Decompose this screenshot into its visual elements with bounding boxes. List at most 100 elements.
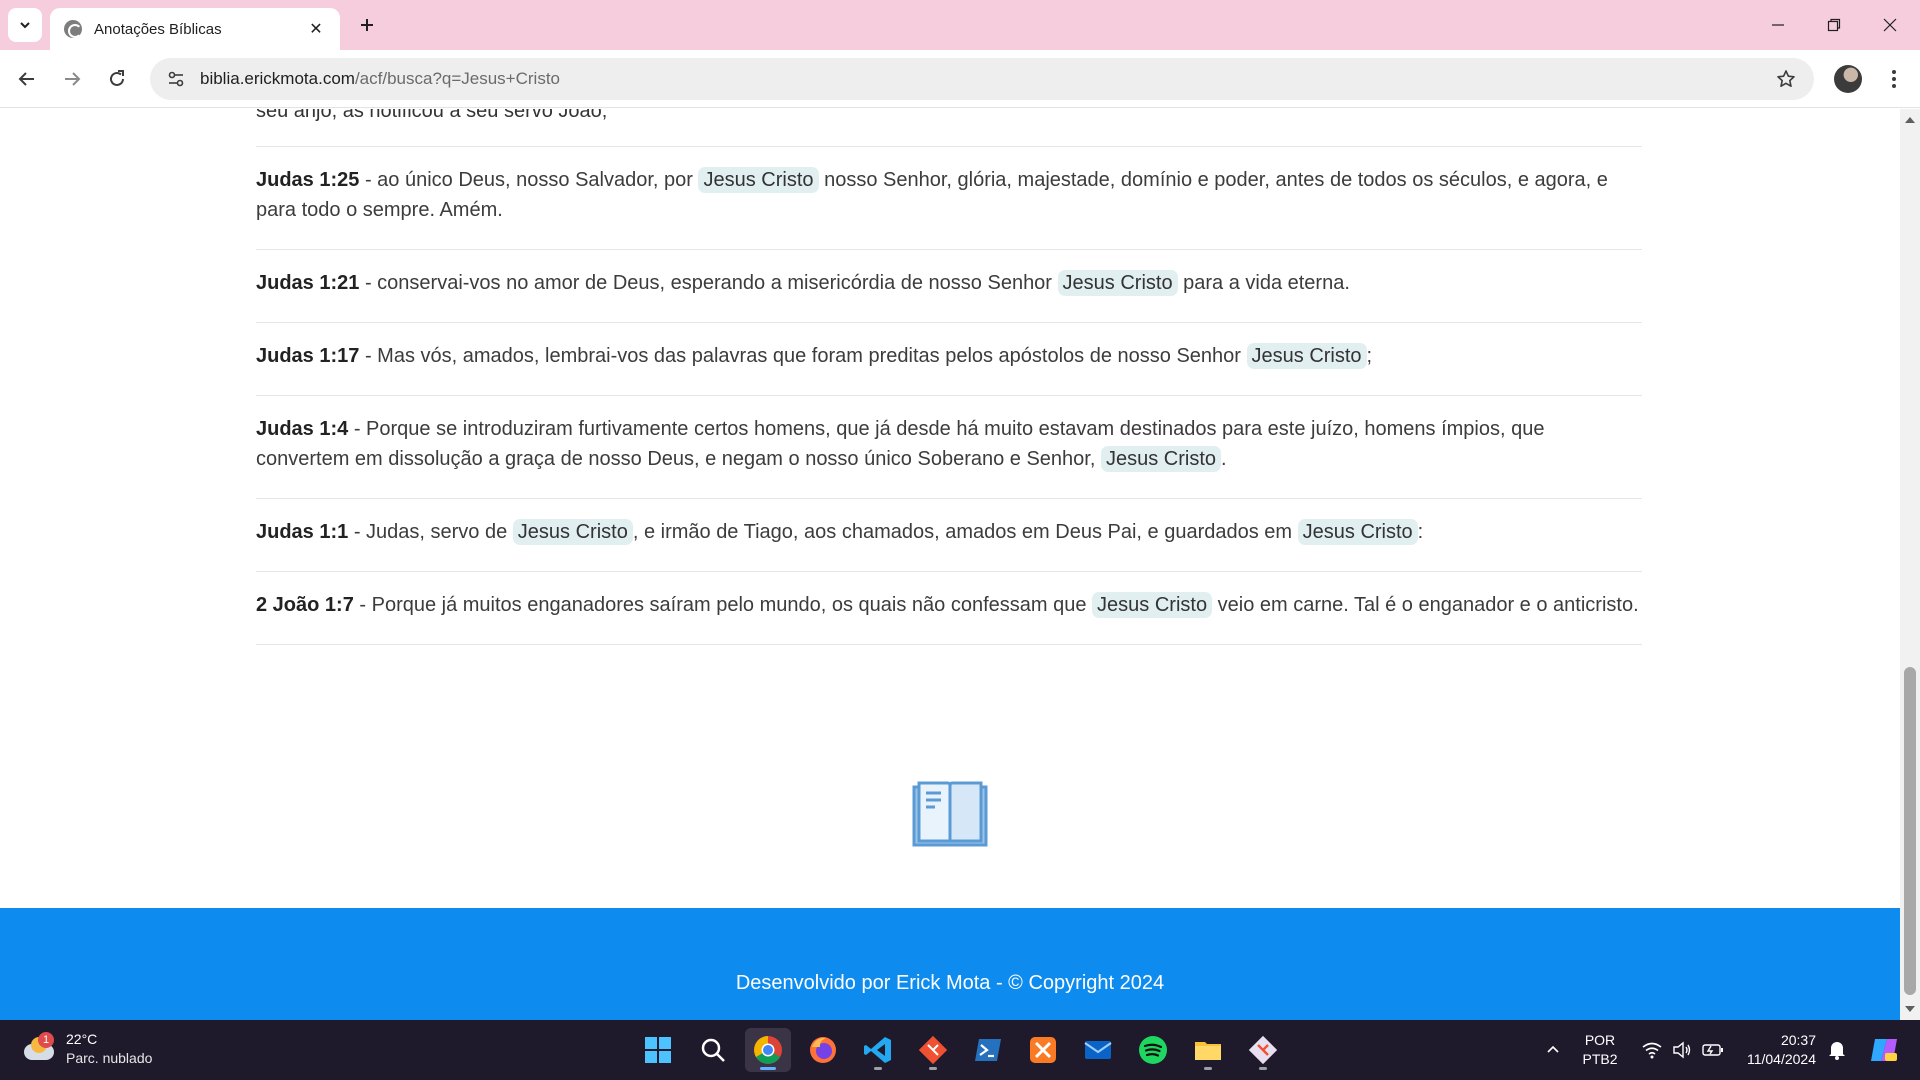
system-tray-quick-settings[interactable] <box>1633 1020 1733 1080</box>
verse-text: - Mas vós, amados, lembrai-vos das palav… <box>359 345 1247 367</box>
git-tool-icon[interactable] <box>1240 1028 1286 1072</box>
verse-item: Judas 1:21 - conservai-vos no amor de De… <box>256 250 1642 323</box>
git-icon[interactable] <box>910 1028 956 1072</box>
verse-text: - Porque já muitos enganadores saíram pe… <box>353 594 1093 616</box>
notifications-button[interactable] <box>1822 1020 1852 1080</box>
partly-cloudy-icon: 1 <box>22 1032 56 1064</box>
weather-badge: 1 <box>38 1032 54 1048</box>
verse-reference[interactable]: Judas 1:4 <box>256 418 348 440</box>
browser-menu-icon[interactable] <box>1880 62 1908 96</box>
input-language-indicator[interactable]: POR PTB2 <box>1575 1020 1625 1080</box>
weather-widget[interactable]: 1 22°C Parc. nublado <box>22 1030 152 1068</box>
verse-text: - Judas, servo de <box>348 521 513 543</box>
browser-tab[interactable]: Anotações Bíblicas ✕ <box>50 8 340 50</box>
search-icon[interactable] <box>690 1028 736 1072</box>
verse-reference[interactable]: Judas 1:17 <box>256 345 359 367</box>
scrollbar-thumb[interactable] <box>1904 667 1916 995</box>
globe-icon <box>64 20 82 38</box>
open-indicator <box>1259 1067 1267 1070</box>
search-highlight: Jesus Cristo <box>698 167 819 193</box>
scroll-down-icon[interactable] <box>1905 1006 1915 1012</box>
volume-icon <box>1673 1041 1691 1059</box>
search-highlight: Jesus Cristo <box>1092 592 1213 618</box>
search-highlight: Jesus Cristo <box>1246 343 1367 369</box>
show-hidden-icons-button[interactable] <box>1538 1020 1568 1080</box>
xampp-icon[interactable] <box>1020 1028 1066 1072</box>
reload-button[interactable] <box>100 62 134 96</box>
minimize-button[interactable] <box>1750 0 1806 50</box>
file-explorer-icon[interactable] <box>1185 1028 1231 1072</box>
verse-text: para a vida eterna. <box>1177 272 1350 294</box>
wifi-icon <box>1642 1042 1662 1059</box>
site-settings-icon[interactable] <box>164 67 188 91</box>
page-scrollbar[interactable] <box>1900 109 1920 1020</box>
vscode-icon[interactable] <box>855 1028 901 1072</box>
url-host: biblia.erickmota.com <box>200 69 355 88</box>
clock-time: 20:37 <box>1780 1032 1816 1048</box>
url-path: /acf/busca?q=Jesus+Cristo <box>354 69 561 88</box>
windows-taskbar: 1 22°C Parc. nublado POR PTB2 20:37 11/0… <box>0 1020 1920 1080</box>
close-window-button[interactable] <box>1862 0 1918 50</box>
book-logo-area <box>0 779 1900 859</box>
browser-titlebar: Anotações Bíblicas ✕ <box>0 0 1920 50</box>
powershell-icon[interactable] <box>965 1028 1011 1072</box>
verse-reference[interactable]: 2 João 1:7 <box>256 594 354 616</box>
verse-reference[interactable]: Judas 1:25 <box>256 169 359 191</box>
forward-button[interactable] <box>55 62 89 96</box>
keyboard-layout: PTB2 <box>1582 1051 1618 1067</box>
restore-icon <box>1827 18 1841 32</box>
verse-text: , e irmão de Tiago, aos chamados, amados… <box>632 521 1298 543</box>
verse-item: 2 João 1:7 - Porque já muitos enganadore… <box>256 572 1642 645</box>
verse-partial-text: seu anjo, as notificou a seu servo João; <box>256 109 608 122</box>
clock[interactable]: 20:37 11/04/2024 <box>1738 1020 1816 1080</box>
copilot-button[interactable] <box>1864 1020 1904 1080</box>
open-indicator <box>929 1067 937 1070</box>
back-button[interactable] <box>10 62 44 96</box>
new-tab-button[interactable] <box>352 10 382 40</box>
address-bar[interactable]: biblia.erickmota.com/acf/busca?q=Jesus+C… <box>150 58 1814 100</box>
copilot-icon <box>1871 1039 1897 1061</box>
tab-title: Anotações Bíblicas <box>94 20 222 38</box>
scroll-up-icon[interactable] <box>1905 117 1915 123</box>
restore-button[interactable] <box>1806 0 1862 50</box>
site-footer: Desenvolvido por Erick Mota - © Copyrigh… <box>0 908 1900 1020</box>
clock-date: 11/04/2024 <box>1746 1051 1816 1067</box>
firefox-icon[interactable] <box>800 1028 846 1072</box>
search-highlight: Jesus Cristo <box>1297 519 1418 545</box>
bell-icon <box>1829 1042 1845 1060</box>
url-text: biblia.erickmota.com/acf/busca?q=Jesus+C… <box>200 69 560 89</box>
search-highlight: Jesus Cristo <box>1100 446 1221 472</box>
verse-text: - ao único Deus, nosso Salvador, por <box>359 169 699 191</box>
chrome-icon[interactable] <box>745 1028 791 1072</box>
language-code: POR <box>1584 1032 1616 1048</box>
weather-temperature: 22°C <box>66 1031 98 1047</box>
verse-reference[interactable]: Judas 1:21 <box>256 272 359 294</box>
chevron-up-icon <box>1547 1045 1559 1053</box>
weather-condition: Parc. nublado <box>66 1050 153 1066</box>
browser-toolbar: biblia.erickmota.com/acf/busca?q=Jesus+C… <box>0 50 1920 108</box>
close-tab-icon[interactable]: ✕ <box>306 19 326 39</box>
tab-search-button[interactable] <box>8 8 42 42</box>
mail-icon[interactable] <box>1075 1028 1121 1072</box>
verse-item: Judas 1:17 - Mas vós, amados, lembrai-vo… <box>256 323 1642 396</box>
verse-reference[interactable]: Judas 1:1 <box>256 521 348 543</box>
verse-text: ; <box>1366 345 1373 367</box>
spotify-icon[interactable] <box>1130 1028 1176 1072</box>
verse-text: . <box>1221 448 1227 470</box>
profile-avatar[interactable] <box>1834 65 1862 93</box>
verse-text: : <box>1417 521 1424 543</box>
search-results: seu anjo, as notificou a seu servo João;… <box>256 109 1642 645</box>
arrow-left-icon <box>18 72 34 86</box>
page-viewport: seu anjo, as notificou a seu servo João;… <box>0 109 1900 1020</box>
verse-item: Judas 1:25 - ao único Deus, nosso Salvad… <box>256 147 1642 250</box>
open-indicator <box>1204 1067 1212 1070</box>
battery-icon <box>1702 1044 1723 1056</box>
active-indicator <box>760 1067 776 1070</box>
bookmark-star-icon[interactable] <box>1774 67 1798 91</box>
plus-icon <box>361 19 373 31</box>
windows-start-icon[interactable] <box>635 1028 681 1072</box>
verse-item: Judas 1:4 - Porque se introduziram furti… <box>256 396 1642 499</box>
minimize-icon <box>1772 24 1784 26</box>
verse-partial: seu anjo, as notificou a seu servo João; <box>256 109 1642 147</box>
open-indicator <box>874 1067 882 1070</box>
